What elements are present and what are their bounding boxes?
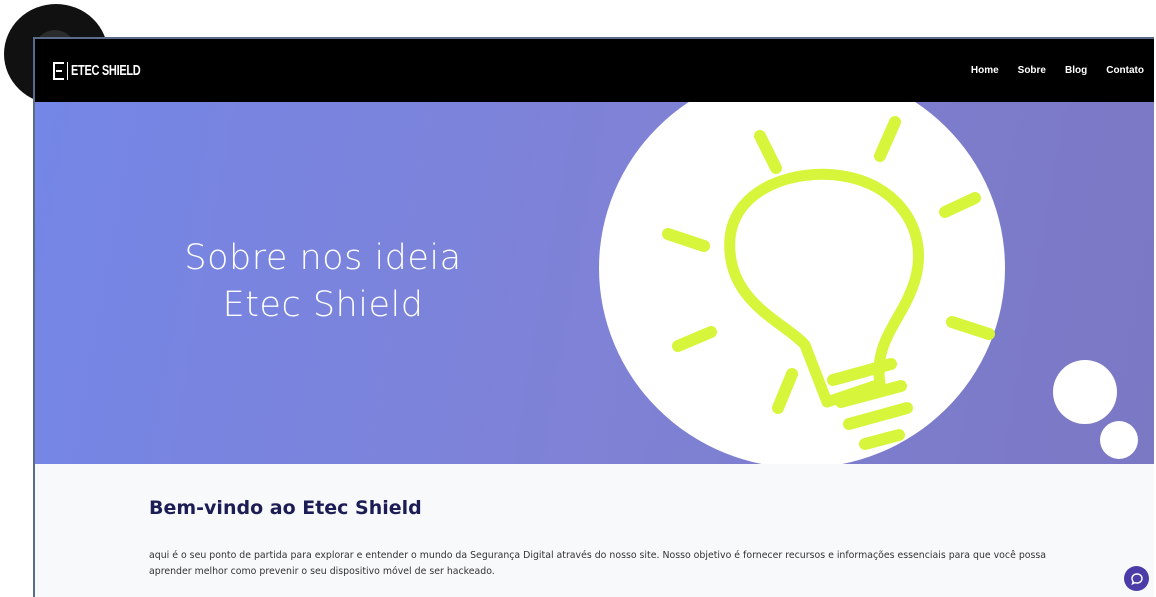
thought-bubble-large	[599, 102, 1005, 464]
hero-title-line2: Etec Shield	[222, 285, 424, 325]
chat-bubble-icon	[1130, 572, 1143, 585]
nav-home-link[interactable]: Home	[971, 65, 999, 76]
logo-divider	[67, 61, 68, 80]
thought-bubble-medium	[1053, 360, 1117, 424]
logo-text: ETEC SHIELD	[71, 62, 141, 79]
hero-banner: Sobre nos ideia Etec Shield	[35, 102, 1154, 464]
browser-viewport: ETEC SHIELD Home Sobre Blog Contato Sobr…	[33, 37, 1154, 597]
welcome-heading: Bem-vindo ao Etec Shield	[149, 497, 422, 519]
hero-title: Sobre nos ideia Etec Shield	[163, 235, 483, 329]
nav-contato-link[interactable]: Contato	[1106, 65, 1144, 76]
thought-bubble-small	[1100, 421, 1138, 459]
nav-blog-link[interactable]: Blog	[1065, 65, 1087, 76]
chat-button[interactable]	[1124, 566, 1149, 591]
logo-e-mark	[53, 61, 64, 80]
navbar: ETEC SHIELD Home Sobre Blog Contato	[35, 39, 1154, 102]
hero-title-line1: Sobre nos ideia	[184, 238, 462, 278]
intro-paragraph: aqui é o seu ponto de partida para explo…	[149, 550, 1047, 577]
nav-sobre-link[interactable]: Sobre	[1018, 65, 1046, 76]
site-logo[interactable]: ETEC SHIELD	[53, 61, 141, 80]
nav-menu: Home Sobre Blog Contato	[971, 65, 1144, 76]
